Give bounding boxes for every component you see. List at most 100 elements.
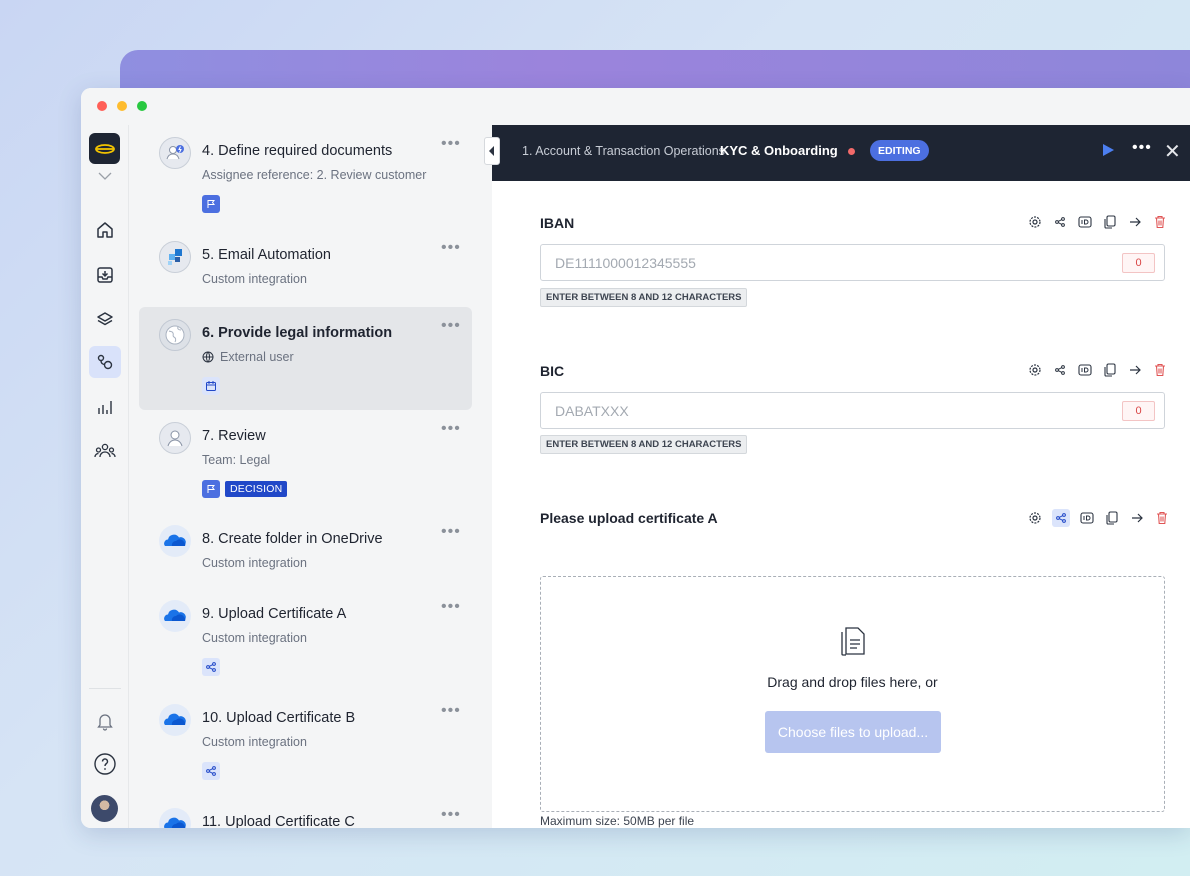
step-title: 7. Review xyxy=(202,428,266,444)
step-title: 9. Upload Certificate A xyxy=(202,606,347,622)
step-title: 11. Upload Certificate C xyxy=(202,814,355,828)
steps-list: 4. Define required documents Assignee re… xyxy=(129,125,492,828)
workflow-icon[interactable] xyxy=(89,346,121,378)
arrow-right-icon[interactable] xyxy=(1127,362,1143,378)
onedrive-icon xyxy=(159,808,191,828)
list-item[interactable]: 9. Upload Certificate A Custom integrati… xyxy=(139,588,472,688)
share-icon[interactable] xyxy=(1052,362,1068,378)
step-tags: DECISION xyxy=(202,480,288,498)
user-icon xyxy=(159,422,191,454)
field-toolbar xyxy=(1027,509,1170,527)
field-toolbar xyxy=(1027,362,1168,378)
step-tags xyxy=(202,195,220,213)
analytics-icon[interactable] xyxy=(89,391,121,423)
step-title: 10. Upload Certificate B xyxy=(202,710,356,726)
status-badge: EDITING xyxy=(870,140,929,161)
more-options-button[interactable]: ••• xyxy=(441,317,461,335)
step-subtitle: External user xyxy=(220,350,294,364)
breadcrumb[interactable]: 1. Account & Transaction Operations xyxy=(522,144,725,158)
list-item[interactable]: 10. Upload Certificate B Custom integrat… xyxy=(139,692,472,792)
more-options-button[interactable]: ••• xyxy=(441,806,461,824)
chevron-down-icon[interactable] xyxy=(89,166,121,186)
list-item[interactable]: 5. Email Automation Custom integration •… xyxy=(139,229,472,305)
copy-icon[interactable] xyxy=(1102,362,1118,378)
step-subtitle-row: External user xyxy=(202,350,294,364)
list-item[interactable]: 11. Upload Certificate C ••• xyxy=(139,796,472,828)
choose-files-button[interactable]: Choose files to upload... xyxy=(765,711,941,753)
step-tags xyxy=(202,658,220,676)
flag-icon xyxy=(202,195,220,213)
step-subtitle: Custom integration xyxy=(202,272,307,286)
iban-input[interactable]: DE1111000012345555 0 xyxy=(540,244,1165,281)
onedrive-icon xyxy=(159,600,191,632)
rail-divider xyxy=(89,688,121,689)
char-counter: 0 xyxy=(1122,253,1155,273)
unsaved-indicator xyxy=(848,148,855,155)
arrow-right-icon[interactable] xyxy=(1129,510,1145,526)
copy-icon[interactable] xyxy=(1102,214,1118,230)
decision-badge: DECISION xyxy=(225,481,288,497)
share-icon xyxy=(202,762,220,780)
calendar-icon xyxy=(202,377,220,395)
field-label: BIC xyxy=(540,363,565,379)
home-icon[interactable] xyxy=(89,214,121,246)
id-icon[interactable] xyxy=(1077,362,1093,378)
onedrive-icon xyxy=(159,704,191,736)
globe-icon xyxy=(202,351,214,363)
max-size-note: Maximum size: 50MB per file xyxy=(540,814,695,828)
form-editor: 1. Account & Transaction Operations KYC … xyxy=(492,125,1190,828)
arrow-right-icon[interactable] xyxy=(1127,214,1143,230)
step-title: 6. Provide legal information xyxy=(202,325,393,341)
trash-icon[interactable] xyxy=(1152,214,1168,230)
title-bar xyxy=(81,88,1190,125)
more-options-button[interactable]: ••• xyxy=(441,702,461,720)
minimize-window-button[interactable] xyxy=(117,101,127,111)
help-icon[interactable] xyxy=(89,748,121,780)
settings-icon[interactable] xyxy=(1027,510,1043,526)
page-title: KYC & Onboarding xyxy=(720,143,838,158)
settings-icon[interactable] xyxy=(1027,362,1043,378)
inbox-icon[interactable] xyxy=(89,259,121,291)
user-icon xyxy=(159,137,191,169)
list-item[interactable]: 6. Provide legal information External us… xyxy=(139,307,472,410)
collapse-panel-button[interactable] xyxy=(484,137,500,165)
team-icon[interactable] xyxy=(89,435,121,467)
app-window: 4. Define required documents Assignee re… xyxy=(81,88,1190,828)
maximize-window-button[interactable] xyxy=(137,101,147,111)
avatar[interactable] xyxy=(91,795,118,822)
more-options-button[interactable]: ••• xyxy=(441,598,461,616)
step-subtitle: Custom integration xyxy=(202,631,307,645)
logo-icon[interactable] xyxy=(89,133,120,164)
more-options-button[interactable]: ••• xyxy=(441,420,461,438)
share-icon xyxy=(202,658,220,676)
file-dropzone[interactable]: Drag and drop files here, or Choose file… xyxy=(540,576,1165,812)
step-subtitle: Custom integration xyxy=(202,556,307,570)
trash-icon[interactable] xyxy=(1154,510,1170,526)
settings-icon[interactable] xyxy=(1027,214,1043,230)
close-window-button[interactable] xyxy=(97,101,107,111)
bic-placeholder: DABATXXX xyxy=(555,403,629,419)
more-options-button[interactable]: ••• xyxy=(441,135,461,153)
bic-input[interactable]: DABATXXX 0 xyxy=(540,392,1165,429)
more-options-button[interactable]: ••• xyxy=(1132,139,1152,157)
list-item[interactable]: 8. Create folder in OneDrive Custom inte… xyxy=(139,513,472,589)
bell-icon[interactable] xyxy=(89,705,121,737)
more-options-button[interactable]: ••• xyxy=(441,523,461,541)
step-subtitle: Assignee reference: 2. Review customer xyxy=(202,168,427,182)
share-icon[interactable] xyxy=(1052,509,1070,527)
copy-icon[interactable] xyxy=(1104,510,1120,526)
layers-icon[interactable] xyxy=(89,304,121,336)
trash-icon[interactable] xyxy=(1152,362,1168,378)
list-item[interactable]: 4. Define required documents Assignee re… xyxy=(139,125,472,225)
close-icon[interactable]: ✕ xyxy=(1164,139,1181,164)
id-icon[interactable] xyxy=(1079,510,1095,526)
share-icon[interactable] xyxy=(1052,214,1068,230)
id-icon[interactable] xyxy=(1077,214,1093,230)
integration-icon xyxy=(159,241,191,273)
play-icon[interactable] xyxy=(1101,143,1115,162)
validation-hint: ENTER BETWEEN 8 AND 12 CHARACTERS xyxy=(540,288,748,307)
globe-icon xyxy=(159,319,191,351)
document-icon xyxy=(837,624,869,663)
list-item[interactable]: 7. Review Team: Legal ••• DECISION xyxy=(139,410,472,510)
more-options-button[interactable]: ••• xyxy=(441,239,461,257)
